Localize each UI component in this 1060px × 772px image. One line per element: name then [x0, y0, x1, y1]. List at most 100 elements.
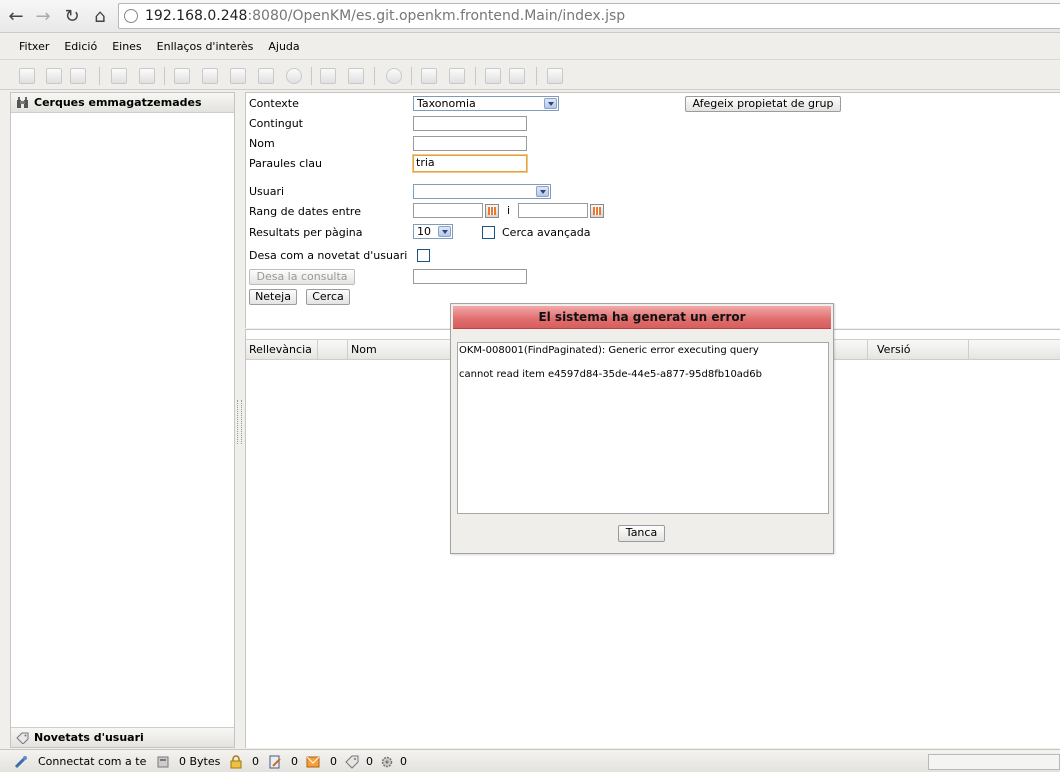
date-to-input[interactable] — [518, 203, 588, 218]
globe-icon — [124, 9, 138, 23]
user-label: Usuari — [249, 185, 285, 198]
home-icon[interactable]: ⌂ — [89, 4, 111, 28]
menu-fitxer[interactable]: Fitxer — [19, 40, 49, 53]
status-progress-box — [928, 754, 1060, 770]
error-dialog: El sistema ha generat un error OKM-00800… — [450, 303, 834, 554]
chevron-down-icon — [438, 226, 451, 237]
subscription-tag-icon[interactable] — [345, 755, 359, 769]
toolbar-separator — [536, 67, 537, 85]
scanner-icon[interactable] — [547, 68, 563, 84]
refresh-icon[interactable] — [485, 68, 501, 84]
dialog-title[interactable]: El sistema ha generat un error — [453, 306, 831, 329]
workflow-icon[interactable] — [386, 68, 402, 84]
checkin-icon[interactable] — [258, 68, 274, 84]
cancel-checkout-icon[interactable] — [286, 68, 302, 84]
save-as-news-label: Desa com a novetat d'usuari — [249, 249, 408, 262]
reload-icon[interactable]: ↻ — [61, 4, 83, 28]
name-label: Nom — [249, 137, 275, 150]
chevron-down-icon — [544, 98, 557, 109]
user-news-title: Novetats d'usuari — [34, 731, 144, 744]
results-per-page-select[interactable]: 10 — [413, 224, 453, 239]
remove-subscription-icon[interactable] — [449, 68, 465, 84]
search-button[interactable]: Cerca — [306, 289, 350, 305]
saved-searches-header[interactable]: Cerques emmagatzemades — [11, 93, 234, 113]
find-document-icon[interactable] — [70, 68, 86, 84]
results-per-page-label: Resultats per pàgina — [249, 226, 363, 239]
edit-document-icon[interactable] — [268, 755, 282, 769]
save-as-news-checkbox[interactable] — [417, 249, 430, 262]
keywords-input[interactable]: tria — [413, 155, 527, 172]
url-host: 192.168.0.248 — [145, 8, 248, 24]
context-select[interactable]: Taxonomia — [413, 96, 559, 111]
mail-count: 0 — [330, 755, 337, 768]
toolbar — [0, 61, 1060, 90]
add-property-group-icon[interactable] — [320, 68, 336, 84]
content-input[interactable] — [413, 116, 527, 131]
add-document-icon[interactable] — [174, 68, 190, 84]
mail-icon[interactable] — [306, 755, 320, 769]
gear-icon[interactable] — [380, 755, 394, 769]
calendar-icon[interactable] — [590, 204, 604, 218]
calendar-icon[interactable] — [485, 204, 499, 218]
binoculars-icon — [17, 97, 28, 108]
dialog-message: OKM-008001(FindPaginated): Generic error… — [457, 342, 829, 514]
keywords-label: Paraules clau — [249, 157, 322, 170]
name-input[interactable] — [413, 136, 527, 151]
size-text: 0 Bytes — [179, 755, 221, 768]
remove-property-group-icon[interactable] — [348, 68, 364, 84]
find-folder-icon[interactable] — [46, 68, 62, 84]
column-icon[interactable] — [318, 340, 348, 360]
menu-enllacos[interactable]: Enllaços d'interès — [157, 40, 254, 53]
connection-icon — [14, 756, 27, 769]
content-label: Contingut — [249, 117, 303, 130]
query-name-input[interactable] — [413, 269, 527, 284]
save-query-button[interactable]: Desa la consulta — [249, 269, 355, 285]
address-bar[interactable]: 192.168.0.248:8080/OpenKM/es.git.openkm.… — [118, 3, 1060, 29]
menu-edicio[interactable]: Edició — [64, 40, 97, 53]
forward-arrow-icon[interactable]: → — [32, 4, 54, 28]
toolbar-separator — [475, 67, 476, 85]
home-folder-icon[interactable] — [509, 68, 525, 84]
date-range-label: Rang de dates entre — [249, 205, 361, 218]
checkout-icon[interactable] — [230, 68, 246, 84]
unlock-icon[interactable] — [139, 68, 155, 84]
context-select-value: Taxonomia — [417, 97, 476, 110]
advanced-search-checkbox[interactable] — [482, 226, 495, 239]
saved-searches-title: Cerques emmagatzemades — [34, 96, 202, 109]
advanced-search-label: Cerca avançada — [502, 226, 591, 239]
database-icon — [157, 756, 169, 768]
error-line: cannot read item e4597d84-35de-44e5-a877… — [459, 369, 762, 380]
chevron-down-icon — [536, 186, 549, 197]
workflow-count: 0 — [400, 755, 407, 768]
clear-button[interactable]: Neteja — [249, 289, 297, 305]
date-and-label: i — [507, 204, 511, 217]
connected-user-text: Connectat com a te — [38, 755, 147, 768]
context-label: Contexte — [249, 97, 299, 110]
download-icon[interactable] — [202, 68, 218, 84]
menu-eines[interactable]: Eines — [112, 40, 141, 53]
url-path: :8080/OpenKM/es.git.openkm.frontend.Main… — [247, 8, 626, 24]
add-group-property-button[interactable]: Afegeix propietat de grup — [685, 96, 841, 112]
lock-icon[interactable] — [111, 68, 127, 84]
menu-ajuda[interactable]: Ajuda — [268, 40, 299, 53]
user-news-header[interactable]: Novetats d'usuari — [11, 727, 234, 747]
add-subscription-icon[interactable] — [421, 68, 437, 84]
user-select[interactable] — [413, 184, 551, 199]
status-bar: Connectat com a te 0 Bytes 0 0 0 0 0 — [0, 749, 1060, 772]
toolbar-separator — [311, 67, 312, 85]
lock-icon[interactable] — [229, 755, 243, 769]
column-relevance[interactable]: Rellevància — [246, 340, 318, 360]
date-from-input[interactable] — [413, 203, 483, 218]
create-folder-icon[interactable] — [19, 68, 35, 84]
checkout-count: 0 — [291, 755, 298, 768]
column-version[interactable]: Versió — [874, 340, 969, 360]
toolbar-separator — [374, 67, 375, 85]
toolbar-separator — [164, 67, 165, 85]
panel-splitter[interactable] — [237, 400, 242, 444]
close-dialog-button[interactable]: Tanca — [618, 525, 665, 542]
error-line: OKM-008001(FindPaginated): Generic error… — [459, 345, 759, 356]
locked-count: 0 — [252, 755, 259, 768]
results-per-page-value: 10 — [417, 225, 431, 238]
back-arrow-icon[interactable]: ← — [5, 4, 27, 28]
